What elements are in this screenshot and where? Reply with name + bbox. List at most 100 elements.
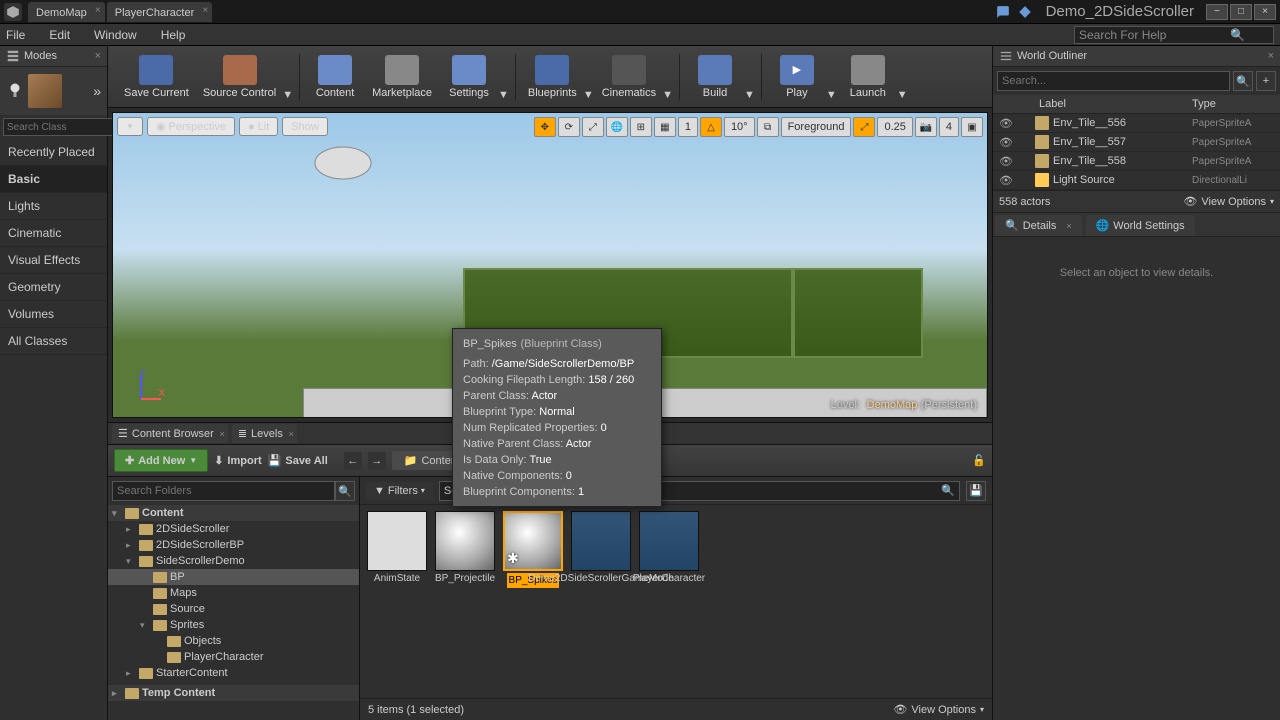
tree-item[interactable]: ▸StarterContent <box>108 665 359 681</box>
add-actor-button[interactable]: + <box>1256 71 1276 91</box>
path-forward-button[interactable]: → <box>368 452 386 470</box>
save-search-button[interactable]: 💾 <box>966 481 986 501</box>
folder-search-input[interactable] <box>112 481 335 501</box>
tab-details[interactable]: 🔍Details× <box>995 215 1082 236</box>
eye-icon[interactable]: 👁 <box>999 174 1013 187</box>
tree-item[interactable]: ▾SideScrollerDemo <box>108 553 359 569</box>
tree-root-content[interactable]: ▾Content <box>108 505 359 521</box>
chevron-down-icon[interactable]: ▼ <box>897 89 908 101</box>
close-icon[interactable]: × <box>220 429 225 439</box>
chevron-down-icon[interactable]: ▼ <box>826 89 837 101</box>
close-button[interactable]: × <box>1254 4 1276 20</box>
eye-icon[interactable]: 👁 <box>999 155 1013 168</box>
transform-move-button[interactable]: ✥ <box>534 117 556 137</box>
asset-gamemode[interactable]: Demo2DSideScrollerGameMode <box>570 511 632 584</box>
category-volumes[interactable]: Volumes <box>0 301 107 328</box>
lit-button[interactable]: ●Lit <box>239 117 278 136</box>
play-button[interactable]: ▶Play <box>768 53 826 101</box>
menu-help[interactable]: Help <box>161 28 186 42</box>
outliner-row[interactable]: 👁Light SourceDirectionalLi <box>993 171 1280 190</box>
content-button[interactable]: Content <box>306 53 364 101</box>
menu-window[interactable]: Window <box>94 28 137 42</box>
outliner-search-input[interactable] <box>997 71 1230 91</box>
outliner-row[interactable]: 👁Env_Tile__557PaperSpriteA <box>993 133 1280 152</box>
place-cube-icon[interactable] <box>28 74 62 108</box>
tree-item[interactable]: Maps <box>108 585 359 601</box>
help-search-input[interactable]: Search For Help 🔍 <box>1074 26 1274 44</box>
angle-snap-button[interactable]: △ <box>700 117 722 137</box>
update-icon[interactable] <box>1018 5 1032 19</box>
viewport-options-button[interactable]: ▼ <box>117 117 143 136</box>
layer-dropdown[interactable]: Foreground <box>781 117 852 137</box>
outliner-row[interactable]: 👁Env_Tile__556PaperSpriteA <box>993 114 1280 133</box>
save-all-button[interactable]: 💾Save All <box>268 454 328 467</box>
view-options-button[interactable]: 👁View Options▾ <box>893 703 984 716</box>
category-lights[interactable]: Lights <box>0 193 107 220</box>
tree-item-selected[interactable]: BP <box>108 569 359 585</box>
chevron-down-icon[interactable]: ▼ <box>498 89 509 101</box>
transform-rotate-button[interactable]: ⟳ <box>558 117 580 137</box>
path-back-button[interactable]: ← <box>344 452 362 470</box>
tree-item[interactable]: ▾Sprites <box>108 617 359 633</box>
camera-speed-icon[interactable]: ⤢ <box>853 117 875 137</box>
tree-item[interactable]: Source <box>108 601 359 617</box>
camera-speed-value[interactable]: 0.25 <box>877 117 912 137</box>
category-cinematic[interactable]: Cinematic <box>0 220 107 247</box>
scalability-icon[interactable]: 📷 <box>915 117 937 137</box>
tab-levels[interactable]: ≣Levels× <box>232 424 297 443</box>
chevron-down-icon[interactable]: ▼ <box>583 89 594 101</box>
asset-bp-projectile[interactable]: BP_Projectile <box>434 511 496 584</box>
grid-snap-button[interactable]: ▦ <box>654 117 676 137</box>
build-button[interactable]: Build <box>686 53 744 101</box>
perspective-button[interactable]: ◉Perspective <box>147 117 235 136</box>
coordinate-toggle-button[interactable]: 🌐 <box>606 117 628 137</box>
surface-snap-button[interactable]: ⊞ <box>630 117 652 137</box>
launch-button[interactable]: Launch <box>839 53 897 101</box>
import-button[interactable]: ⬇Import <box>214 454 261 467</box>
view-options-button[interactable]: 👁View Options▾ <box>1183 195 1274 208</box>
feedback-icon[interactable] <box>996 5 1010 19</box>
eye-icon[interactable]: 👁 <box>999 136 1013 149</box>
marketplace-button[interactable]: Marketplace <box>366 53 438 101</box>
chevron-down-icon[interactable]: ▼ <box>662 89 673 101</box>
close-icon[interactable]: × <box>202 5 208 16</box>
tree-item[interactable]: PlayerCharacter <box>108 649 359 665</box>
category-geometry[interactable]: Geometry <box>0 274 107 301</box>
menu-file[interactable]: File <box>6 28 25 42</box>
asset-animstate[interactable]: AnimState <box>366 511 428 584</box>
lock-icon[interactable]: 🔓 <box>972 454 986 467</box>
tree-root-temp[interactable]: ▸Temp Content <box>108 685 359 701</box>
search-icon[interactable]: 🔍 <box>1233 71 1253 91</box>
chevron-down-icon[interactable]: ▼ <box>282 89 293 101</box>
scalability-value[interactable]: 4 <box>939 117 959 137</box>
lamp-icon[interactable] <box>6 82 24 100</box>
settings-button[interactable]: Settings <box>440 53 498 101</box>
close-icon[interactable]: × <box>1066 221 1071 231</box>
transform-scale-button[interactable]: ⤢ <box>582 117 604 137</box>
category-all-classes[interactable]: All Classes <box>0 328 107 355</box>
outliner-row[interactable]: 👁Env_Tile__558PaperSpriteA <box>993 152 1280 171</box>
eye-icon[interactable]: 👁 <box>999 117 1013 130</box>
tab-content-browser[interactable]: ☰Content Browser× <box>112 424 228 443</box>
tree-item[interactable]: ▸2DSideScroller <box>108 521 359 537</box>
close-icon[interactable]: × <box>95 50 101 62</box>
search-icon[interactable]: 🔍 <box>335 481 355 501</box>
menu-edit[interactable]: Edit <box>49 28 70 42</box>
angle-snap-value[interactable]: 10° <box>724 117 755 137</box>
show-button[interactable]: Show <box>282 117 328 136</box>
asset-playercharacter[interactable]: PlayerCharacter <box>638 511 700 584</box>
category-visual-effects[interactable]: Visual Effects <box>0 247 107 274</box>
maximize-viewport-button[interactable]: ▣ <box>961 117 983 137</box>
cinematics-button[interactable]: Cinematics <box>596 53 662 101</box>
category-basic[interactable]: Basic <box>0 166 107 193</box>
maximize-button[interactable]: □ <box>1230 4 1252 20</box>
close-icon[interactable]: × <box>1268 50 1274 62</box>
expand-icon[interactable]: » <box>93 83 101 99</box>
chevron-down-icon[interactable]: ▼ <box>744 89 755 101</box>
filters-button[interactable]: ▼Filters▾ <box>366 482 433 500</box>
close-icon[interactable]: × <box>95 5 101 16</box>
category-recently-placed[interactable]: Recently Placed <box>0 139 107 166</box>
tab-playercharacter[interactable]: PlayerCharacter× <box>107 2 212 22</box>
minimize-button[interactable]: − <box>1206 4 1228 20</box>
scale-snap-button[interactable]: ⧉ <box>757 117 779 137</box>
